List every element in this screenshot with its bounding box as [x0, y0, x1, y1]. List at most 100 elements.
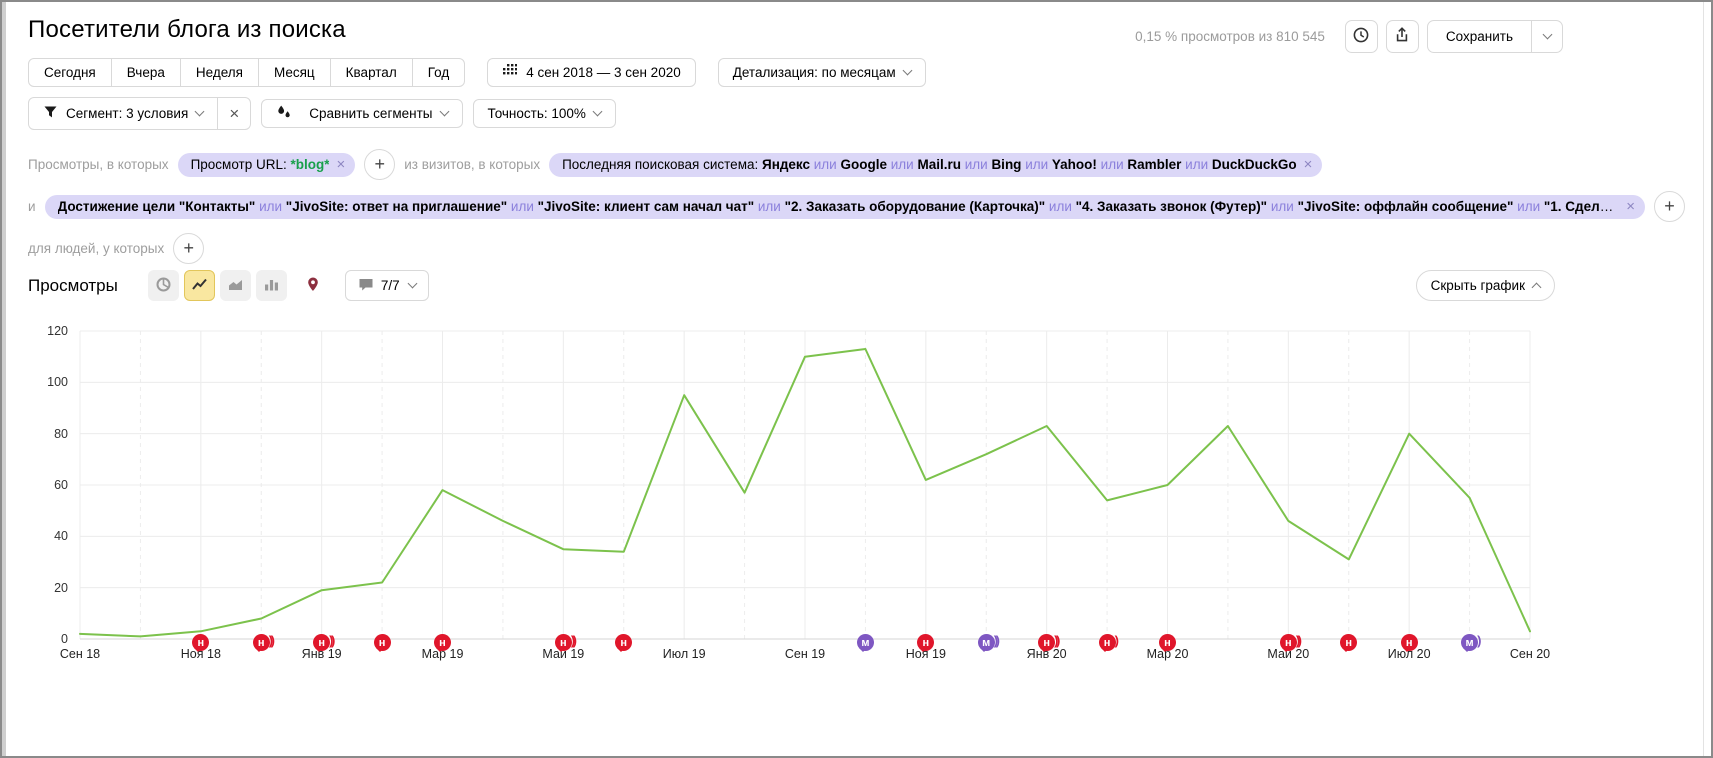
filter-row-pageviews: Просмотры, в которых Просмотр URL: *blog… — [28, 149, 1685, 180]
chart-plot-area[interactable] — [2, 320, 1713, 660]
page-title: Посетители блога из поиска — [28, 16, 346, 44]
header-actions: 0,15 % просмотров из 810 545 Сохранить — [1135, 20, 1563, 53]
filter-chip-url[interactable]: Просмотр URL: *blog*× — [178, 153, 356, 177]
chart-type-map-button[interactable] — [298, 270, 329, 301]
chevron-down-icon — [195, 107, 205, 117]
marker-stack-arcs: ) — [1115, 633, 1117, 648]
close-icon: × — [229, 104, 239, 124]
comments-count-label: 7/7 — [381, 278, 400, 293]
chart-title: Просмотры — [28, 276, 118, 296]
y-tick-label: 80 — [20, 427, 68, 441]
chip-close-icon[interactable]: × — [1626, 199, 1635, 214]
x-tick-label: Сен 20 — [1498, 647, 1562, 661]
add-condition-button[interactable]: + — [1654, 191, 1685, 222]
y-tick-label: 40 — [20, 529, 68, 543]
chevron-down-icon — [439, 107, 449, 117]
chip-close-icon[interactable]: × — [1304, 157, 1313, 172]
chevron-down-icon — [902, 66, 912, 76]
filter-row-label: из визитов, в которых — [404, 157, 540, 172]
line-chart-icon — [191, 276, 208, 296]
period-toolbar: СегодняВчераНеделяМесяцКварталГод 4 сен … — [28, 58, 926, 87]
segment-clear-button[interactable]: × — [217, 97, 251, 130]
add-condition-button[interactable]: + — [364, 149, 395, 180]
accuracy-label: Точность: 100% — [488, 106, 586, 121]
chevron-down-icon — [407, 279, 417, 289]
filter-chip-goals[interactable]: Достижение цели "Контакты" или "JivoSite… — [45, 195, 1645, 219]
save-dropdown-button[interactable] — [1531, 20, 1563, 53]
date-range-label: 4 сен 2018 — 3 сен 2020 — [526, 65, 681, 80]
chart-type-columns-button[interactable] — [256, 270, 287, 301]
period-tab[interactable]: Год — [412, 58, 466, 87]
chevron-down-icon — [1542, 30, 1552, 40]
filter-row-people: для людей, у которых + — [28, 233, 1685, 264]
y-tick-label: 0 — [20, 632, 68, 646]
save-button[interactable]: Сохранить — [1427, 20, 1532, 53]
funnel-icon — [43, 105, 58, 122]
holiday-marker[interactable]: н)) — [1280, 634, 1297, 651]
filter-row-label: и — [28, 199, 36, 214]
holiday-marker[interactable]: н — [434, 634, 451, 651]
holiday-marker[interactable]: н)) — [253, 634, 270, 651]
chevron-down-icon — [592, 107, 602, 117]
comments-dropdown[interactable]: 7/7 — [345, 270, 429, 301]
detalization-dropdown[interactable]: Детализация: по месяцам — [718, 58, 926, 87]
marker-stack-arcs: )) — [571, 633, 575, 648]
filter-chip-search-engine[interactable]: Последняя поисковая система: Яндекс или … — [549, 153, 1322, 177]
comment-marker[interactable]: м) — [1461, 634, 1478, 651]
x-tick-label: Сен 18 — [48, 647, 112, 661]
marker-stack-arcs: ) — [1477, 633, 1479, 648]
comment-bubble-icon — [358, 277, 374, 295]
views-line-chart: 020406080100120 Сен 18Ноя 18Янв 19Мар 19… — [2, 320, 1713, 695]
filter-row-goals: и Достижение цели "Контакты" или "JivoSi… — [28, 191, 1685, 222]
chevron-up-icon — [1532, 283, 1542, 293]
y-tick-label: 120 — [20, 324, 68, 338]
accuracy-dropdown[interactable]: Точность: 100% — [473, 99, 616, 128]
filter-row-label: для людей, у которых — [28, 241, 164, 256]
holiday-marker[interactable]: н — [374, 634, 391, 651]
chart-type-pie-button[interactable] — [148, 270, 179, 301]
period-tab[interactable]: Сегодня — [28, 58, 112, 87]
chart-type-line-button[interactable] — [184, 270, 215, 301]
history-button[interactable] — [1345, 20, 1378, 53]
calendar-grid-icon — [502, 64, 526, 81]
period-tabs: СегодняВчераНеделяМесяцКварталГод — [28, 58, 465, 87]
holiday-marker[interactable]: н)) — [555, 634, 572, 651]
add-condition-button[interactable]: + — [173, 233, 204, 264]
area-chart-icon — [227, 276, 244, 296]
marker-stack-arcs: )) — [269, 633, 273, 648]
marker-stack-arcs: )) — [1054, 633, 1058, 648]
share-export-icon — [1393, 26, 1411, 47]
segment-bar: Сегмент: 3 условия × Сравнить сегменты Т… — [28, 97, 616, 130]
marker-stack-arcs: )) — [1296, 633, 1300, 648]
segment-dropdown[interactable]: Сегмент: 3 условия — [28, 97, 218, 130]
holiday-marker[interactable]: н) — [1099, 634, 1116, 651]
sample-stats: 0,15 % просмотров из 810 545 — [1135, 29, 1325, 44]
chip-close-icon[interactable]: × — [336, 157, 345, 172]
clock-icon — [1352, 26, 1370, 47]
compare-segments-label: Сравнить сегменты — [309, 106, 432, 121]
chart-type-area-button[interactable] — [220, 270, 251, 301]
hide-chart-label: Скрыть график — [1431, 278, 1525, 293]
marker-stack-arcs: )) — [994, 633, 998, 648]
period-tab[interactable]: Квартал — [330, 58, 413, 87]
date-range-button[interactable]: 4 сен 2018 — 3 сен 2020 — [487, 58, 696, 87]
comment-marker[interactable]: м — [857, 634, 874, 651]
drops-icon — [276, 104, 301, 123]
marker-stack-arcs: )) — [329, 633, 333, 648]
map-pin-icon — [305, 276, 321, 296]
period-tab[interactable]: Неделя — [180, 58, 259, 87]
comment-marker[interactable]: м)) — [978, 634, 995, 651]
detalization-label: Детализация: по месяцам — [733, 65, 896, 80]
holiday-marker[interactable]: н — [1401, 634, 1418, 651]
chart-header: Просмотры — [28, 270, 429, 301]
segment-control: Сегмент: 3 условия × — [28, 97, 251, 130]
holiday-marker[interactable]: н — [1159, 634, 1176, 651]
y-tick-label: 100 — [20, 375, 68, 389]
bar-chart-icon — [263, 276, 280, 296]
period-tab[interactable]: Месяц — [258, 58, 331, 87]
metrica-report-page: Посетители блога из поиска 0,15 % просмо… — [0, 0, 1713, 758]
hide-chart-button[interactable]: Скрыть график — [1416, 270, 1555, 301]
period-tab[interactable]: Вчера — [111, 58, 181, 87]
compare-segments-dropdown[interactable]: Сравнить сегменты — [261, 99, 462, 128]
export-button[interactable] — [1386, 20, 1419, 53]
